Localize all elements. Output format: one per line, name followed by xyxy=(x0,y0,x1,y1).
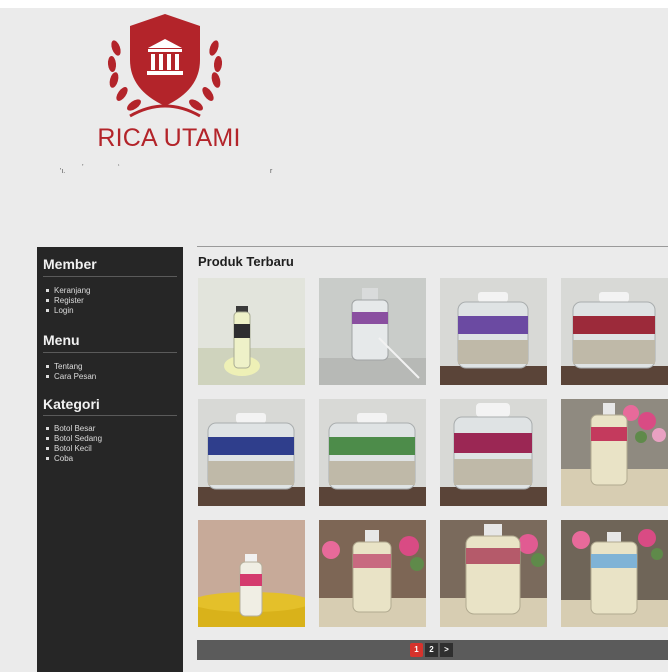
jar-purple-label-photo-icon xyxy=(440,278,547,385)
bottle-with-flowers-photo-icon xyxy=(561,399,668,506)
product-thumbnail[interactable] xyxy=(319,520,426,627)
logo[interactable] xyxy=(100,12,230,122)
sidebar-item-keranjang[interactable]: Keranjang xyxy=(46,286,90,296)
tagline-fragment: ’ xyxy=(82,164,84,171)
small-bottle-on-yellow-photo-icon xyxy=(198,520,305,627)
page: RICA UTAMI 'ı. ’ ‘ r Member Keranjang Re… xyxy=(0,0,668,672)
product-thumbnail[interactable] xyxy=(561,399,668,506)
product-thumbnail[interactable] xyxy=(319,399,426,506)
bottle-with-flowers-photo-icon xyxy=(319,520,426,627)
menu-list: Tentang Cara Pesan xyxy=(46,362,96,382)
product-thumbnail[interactable] xyxy=(440,278,547,385)
divider xyxy=(43,352,177,353)
next-page-button[interactable]: > xyxy=(440,643,453,657)
sidebar-heading-member: Member xyxy=(43,256,97,272)
sidebar-heading-menu: Menu xyxy=(43,332,80,348)
product-thumbnail[interactable] xyxy=(440,399,547,506)
jar-blue-label-photo-icon xyxy=(198,399,305,506)
bottle-with-flowers-photo-icon xyxy=(561,520,668,627)
product-thumbnail[interactable] xyxy=(561,278,668,385)
glass-bottle-photo-icon xyxy=(319,278,426,385)
tagline: 'ı. ’ ‘ r xyxy=(60,160,290,180)
top-strip xyxy=(0,0,668,8)
brand-name: RICA UTAMI xyxy=(97,124,241,152)
divider xyxy=(43,415,177,416)
product-thumbnail[interactable] xyxy=(561,520,668,627)
jar-red-label-photo-icon xyxy=(561,278,668,385)
page-1-button[interactable]: 1 xyxy=(410,643,423,657)
product-thumbnail[interactable] xyxy=(198,399,305,506)
sidebar-item-coba[interactable]: Coba xyxy=(46,454,102,464)
product-thumbnail[interactable] xyxy=(198,278,305,385)
sidebar-item-botol-sedang[interactable]: Botol Sedang xyxy=(46,434,102,444)
bottle-with-flowers-photo-icon xyxy=(440,520,547,627)
product-thumbnail[interactable] xyxy=(198,520,305,627)
product-thumbnail[interactable] xyxy=(319,278,426,385)
divider xyxy=(43,276,177,277)
sidebar-item-botol-besar[interactable]: Botol Besar xyxy=(46,424,102,434)
sidebar-item-register[interactable]: Register xyxy=(46,296,90,306)
section-title: Produk Terbaru xyxy=(198,254,294,269)
sidebar-item-botol-kecil[interactable]: Botol Kecil xyxy=(46,444,102,454)
sidebar: Member Keranjang Register Login Menu Ten… xyxy=(37,247,183,672)
sidebar-item-cara-pesan[interactable]: Cara Pesan xyxy=(46,372,96,382)
sidebar-heading-kategori: Kategori xyxy=(43,396,100,412)
small-bottle-photo-icon xyxy=(198,278,305,385)
divider xyxy=(197,246,668,247)
jar-magenta-label-photo-icon xyxy=(440,399,547,506)
page-2-button[interactable]: 2 xyxy=(425,643,438,657)
sidebar-item-login[interactable]: Login xyxy=(46,306,90,316)
kategori-list: Botol Besar Botol Sedang Botol Kecil Cob… xyxy=(46,424,102,464)
tagline-fragment: 'ı. xyxy=(60,168,66,175)
product-thumbnail[interactable] xyxy=(440,520,547,627)
shield-logo-icon xyxy=(107,14,223,118)
member-list: Keranjang Register Login xyxy=(46,286,90,316)
tagline-fragment: ‘ xyxy=(118,164,120,171)
sidebar-item-tentang[interactable]: Tentang xyxy=(46,362,96,372)
tagline-fragment: r xyxy=(270,168,273,175)
jar-green-label-photo-icon xyxy=(319,399,426,506)
